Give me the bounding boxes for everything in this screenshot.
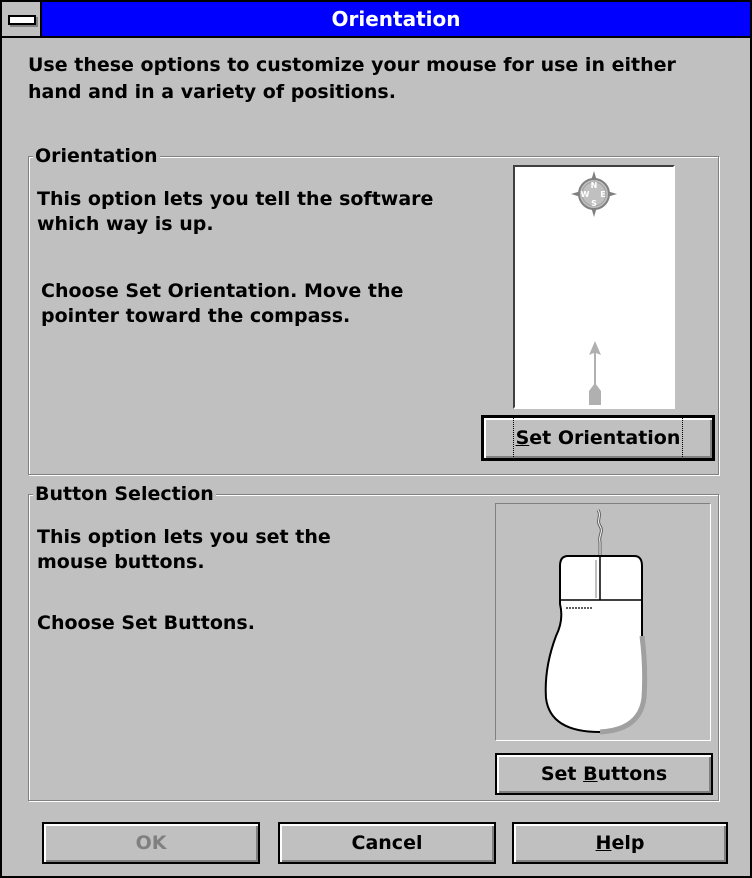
mouse-icon (544, 509, 648, 735)
orientation-instructions: Choose Set Orientation. Move the pointer… (41, 280, 404, 327)
system-menu-button[interactable] (2, 2, 42, 36)
button-selection-description: This option lets you set the mouse butto… (37, 526, 331, 573)
button-selection-group: Button Selection This option lets you se… (28, 482, 720, 802)
set-buttons-label: Set Buttons (541, 755, 667, 793)
orientation-preview: N W E S (513, 165, 675, 409)
intro-text: Use these options to customize your mous… (28, 54, 676, 103)
button-selection-instructions: Choose Set Buttons. (37, 612, 255, 634)
set-orientation-button[interactable]: Set Orientation (481, 415, 715, 461)
ok-label: OK (135, 832, 167, 854)
set-buttons-suffix: uttons (597, 763, 668, 785)
compass-icon: N W E S (571, 171, 617, 217)
title-bar[interactable]: Orientation (2, 2, 750, 38)
orientation-group-label: Orientation (33, 144, 160, 168)
set-buttons-prefix: Set (540, 763, 584, 785)
set-orientation-label: Set Orientation (512, 415, 684, 461)
compass-w: W (581, 190, 590, 199)
ok-button[interactable]: OK (42, 822, 260, 864)
set-buttons-mnemonic: B (583, 763, 598, 785)
set-buttons-button[interactable]: Set Buttons (495, 753, 713, 795)
set-orientation-mnemonic: S (515, 427, 530, 449)
help-mnemonic: H (595, 832, 612, 854)
window-title: Orientation (331, 7, 461, 31)
button-selection-group-label: Button Selection (33, 482, 216, 506)
orientation-dialog: Orientation Use these options to customi… (0, 0, 752, 878)
orientation-description: This option lets you tell the software w… (37, 188, 434, 235)
compass-s: S (591, 199, 597, 208)
compass-n: N (591, 181, 598, 190)
help-label: Help (596, 824, 645, 862)
help-suffix: elp (611, 832, 645, 854)
cancel-label: Cancel (351, 832, 423, 854)
pointer-arrow-icon (589, 341, 601, 405)
system-menu-icon (8, 15, 36, 25)
compass-e: E (600, 190, 605, 199)
set-orientation-suffix: et Orientation (529, 427, 681, 449)
orientation-group: Orientation This option lets you tell th… (28, 144, 720, 476)
mouse-preview-panel (495, 503, 711, 741)
cancel-button[interactable]: Cancel (278, 822, 496, 864)
help-button[interactable]: Help (512, 822, 728, 864)
